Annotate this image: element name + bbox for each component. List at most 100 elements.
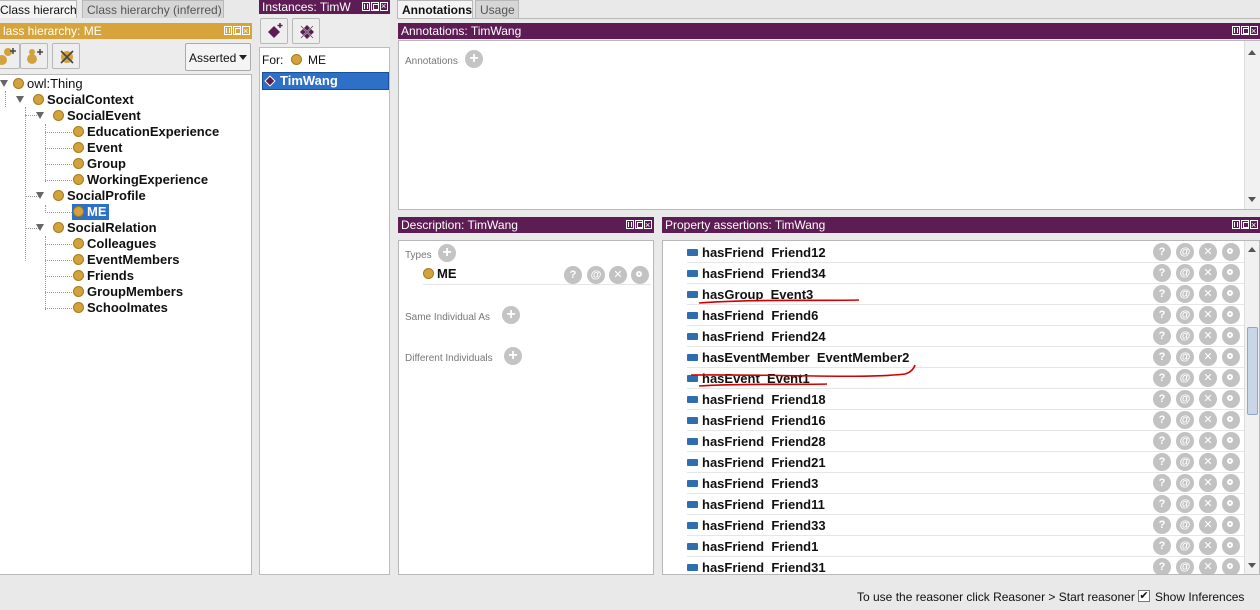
edit-type-button[interactable] <box>631 266 649 284</box>
add-individual-button[interactable] <box>260 18 288 44</box>
annotate-assertion-button[interactable]: @ <box>1176 369 1194 387</box>
edit-assertion-button[interactable] <box>1222 432 1240 450</box>
property-assertions-scrollbar[interactable] <box>1244 241 1259 574</box>
instances-window-controls[interactable] <box>362 0 388 13</box>
delete-assertion-button[interactable]: ✕ <box>1199 327 1217 345</box>
explain-assertion-button[interactable]: ? <box>1153 495 1171 513</box>
delete-assertion-button[interactable]: ✕ <box>1199 474 1217 492</box>
explain-assertion-button[interactable]: ? <box>1153 516 1171 534</box>
annotate-assertion-button[interactable]: @ <box>1176 327 1194 345</box>
tab-usage[interactable]: Usage <box>475 0 519 18</box>
property-assertion-row[interactable]: hasFriend Friend21 <box>687 452 1257 473</box>
property-assertion-row[interactable]: hasFriend Friend33 <box>687 515 1257 536</box>
annotate-assertion-button[interactable]: @ <box>1176 411 1194 429</box>
explain-assertion-button[interactable]: ? <box>1153 390 1171 408</box>
explain-assertion-button[interactable]: ? <box>1153 264 1171 282</box>
annotate-assertion-button[interactable]: @ <box>1176 516 1194 534</box>
annotations-scrollbar[interactable] <box>1244 41 1260 209</box>
add-annotation-icon[interactable]: + <box>465 50 483 68</box>
delete-assertion-button[interactable]: ✕ <box>1199 306 1217 324</box>
delete-assertion-button[interactable]: ✕ <box>1199 348 1217 366</box>
property-assertion-row[interactable]: hasFriend Friend12 <box>687 242 1257 263</box>
property-assertion-row[interactable]: hasFriend Friend3 <box>687 473 1257 494</box>
delete-assertion-button[interactable]: ✕ <box>1199 453 1217 471</box>
edit-assertion-button[interactable] <box>1222 243 1240 261</box>
annotate-assertion-button[interactable]: @ <box>1176 264 1194 282</box>
expand-socialprofile-icon[interactable] <box>36 192 44 199</box>
annotate-assertion-button[interactable]: @ <box>1176 558 1194 574</box>
edit-assertion-button[interactable] <box>1222 516 1240 534</box>
annotate-assertion-button[interactable]: @ <box>1176 348 1194 366</box>
tree-item-socialrelation[interactable]: SocialRelation <box>53 220 157 236</box>
explain-assertion-button[interactable]: ? <box>1153 411 1171 429</box>
add-type-icon[interactable]: + <box>438 244 456 262</box>
tab-class-hierarchy[interactable]: Class hierarchy <box>0 0 77 18</box>
explain-assertion-button[interactable]: ? <box>1153 474 1171 492</box>
add-same-individual-icon[interactable]: + <box>502 306 520 324</box>
annotate-assertion-button[interactable]: @ <box>1176 432 1194 450</box>
annotate-assertion-button[interactable]: @ <box>1176 243 1194 261</box>
delete-assertion-button[interactable]: ✕ <box>1199 264 1217 282</box>
show-inferences-checkbox[interactable]: ✔ <box>1138 590 1150 602</box>
tree-item-educationexperience[interactable]: EducationExperience <box>73 124 219 140</box>
edit-assertion-button[interactable] <box>1222 495 1240 513</box>
delete-assertion-button[interactable]: ✕ <box>1199 369 1217 387</box>
edit-assertion-button[interactable] <box>1222 537 1240 555</box>
property-assertion-row[interactable]: hasFriend Friend6 <box>687 305 1257 326</box>
edit-assertion-button[interactable] <box>1222 453 1240 471</box>
explain-assertion-button[interactable]: ? <box>1153 348 1171 366</box>
add-subclass-button[interactable] <box>0 43 20 69</box>
delete-assertion-button[interactable]: ✕ <box>1199 411 1217 429</box>
delete-type-button[interactable]: ✕ <box>609 266 627 284</box>
property-assertion-row[interactable]: hasFriend Friend18 <box>687 389 1257 410</box>
expand-owl-thing-icon[interactable] <box>0 80 8 87</box>
edit-assertion-button[interactable] <box>1222 390 1240 408</box>
annotate-type-button[interactable]: @ <box>587 266 605 284</box>
explain-assertion-button[interactable]: ? <box>1153 327 1171 345</box>
explain-assertion-button[interactable]: ? <box>1153 306 1171 324</box>
property-assertion-row[interactable]: hasEvent Event1 <box>687 368 1257 389</box>
property-assertion-row[interactable]: hasGroup Event3 <box>687 284 1257 305</box>
tree-item-eventmembers[interactable]: EventMembers <box>73 252 179 268</box>
edit-assertion-button[interactable] <box>1222 474 1240 492</box>
property-assertion-row[interactable]: hasFriend Friend28 <box>687 431 1257 452</box>
explain-assertion-button[interactable]: ? <box>1153 453 1171 471</box>
explain-type-button[interactable]: ? <box>564 266 582 284</box>
tree-item-socialevent[interactable]: SocialEvent <box>53 108 141 124</box>
property-assertion-row[interactable]: hasFriend Friend24 <box>687 326 1257 347</box>
annotate-assertion-button[interactable]: @ <box>1176 390 1194 408</box>
tab-annotations[interactable]: Annotations <box>397 0 473 18</box>
annotate-assertion-button[interactable]: @ <box>1176 306 1194 324</box>
tab-class-hierarchy-inferred[interactable]: Class hierarchy (inferred) <box>82 0 224 18</box>
delete-assertion-button[interactable]: ✕ <box>1199 285 1217 303</box>
edit-assertion-button[interactable] <box>1222 348 1240 366</box>
property-assertions-window-controls[interactable] <box>1232 217 1258 233</box>
explain-assertion-button[interactable]: ? <box>1153 432 1171 450</box>
description-window-controls[interactable] <box>626 217 652 233</box>
explain-assertion-button[interactable]: ? <box>1153 537 1171 555</box>
property-assertion-row[interactable]: hasFriend Friend34 <box>687 263 1257 284</box>
annotations-window-controls[interactable] <box>1232 23 1258 39</box>
annotate-assertion-button[interactable]: @ <box>1176 453 1194 471</box>
explain-assertion-button[interactable]: ? <box>1153 285 1171 303</box>
property-assertion-row[interactable]: hasEventMember EventMember2 <box>687 347 1257 368</box>
expand-socialcontext-icon[interactable] <box>16 96 24 103</box>
delete-assertion-button[interactable]: ✕ <box>1199 537 1217 555</box>
instance-item-timwang[interactable]: TimWang <box>262 72 389 90</box>
class-hierarchy-window-controls[interactable] <box>224 23 250 39</box>
delete-assertion-button[interactable]: ✕ <box>1199 243 1217 261</box>
annotate-assertion-button[interactable]: @ <box>1176 285 1194 303</box>
edit-assertion-button[interactable] <box>1222 558 1240 574</box>
tree-item-event[interactable]: Event <box>73 140 122 156</box>
property-assertion-row[interactable]: hasFriend Friend11 <box>687 494 1257 515</box>
edit-assertion-button[interactable] <box>1222 327 1240 345</box>
tree-item-owl-thing[interactable]: owl:Thing <box>13 76 83 92</box>
property-assertion-row[interactable]: hasFriend Friend31 <box>687 557 1257 574</box>
expand-socialrelation-icon[interactable] <box>36 224 44 231</box>
tree-item-friends[interactable]: Friends <box>73 268 134 284</box>
delete-assertion-button[interactable]: ✕ <box>1199 495 1217 513</box>
delete-class-button[interactable] <box>52 43 80 69</box>
annotate-assertion-button[interactable]: @ <box>1176 474 1194 492</box>
explain-assertion-button[interactable]: ? <box>1153 558 1171 574</box>
property-assertion-row[interactable]: hasFriend Friend1 <box>687 536 1257 557</box>
